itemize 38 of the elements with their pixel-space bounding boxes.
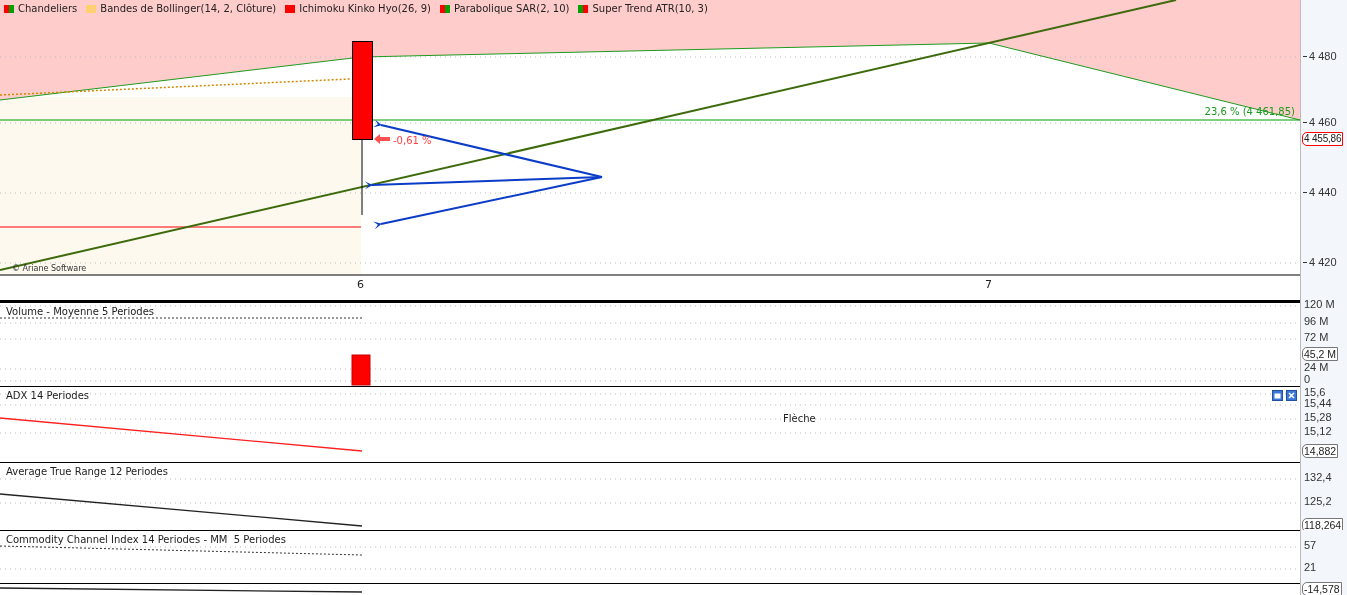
axis-label: 15,28 [1304,411,1332,424]
volume-bar [351,354,371,386]
axis-label: 125,2 [1304,495,1332,508]
axis-label: 96 M [1304,315,1329,328]
tooltip-text: Flèche [783,413,816,424]
axis-label: 15,6 [1304,386,1326,399]
legend-label: Ichimoku Kinko Hyo(26, 9) [299,3,431,14]
date-label: 6 [357,278,364,291]
axis-label: 24 M [1304,361,1329,374]
axis-label: 120 M [1304,298,1335,311]
pane-title: ADX 14 Periodes [6,390,90,401]
legend-label: Chandeliers [18,3,78,14]
axis-label: 132,4 [1304,471,1332,484]
minimize-icon[interactable] [1272,390,1283,401]
value-tag: 14,882 [1302,444,1339,458]
pane-title: Average True Range 12 Periodes [6,466,168,477]
axis-label: 15,12 [1304,425,1332,438]
legend-label: Parabolique SAR(2, 10) [453,3,570,14]
axis-label: 21 [1304,561,1317,574]
axis-label: 4 420 [1303,256,1337,269]
pane-title: Volume - Moyenne 5 Periodes [6,306,155,317]
axis-label: 57 [1304,539,1317,552]
value-tag: -14,578 [1302,582,1342,595]
axis-label: 0 [1304,373,1311,386]
axis-label: 4 440 [1303,186,1337,199]
pane-title: Commodity Channel Index 14 Periodes - MM 5 Periodes [6,534,286,545]
axis-label: 4 460 [1303,116,1337,129]
axis-label: 4 480 [1303,50,1337,63]
date-label: 7 [985,278,992,291]
change-label: -0,61 % [393,135,432,146]
axis-label: 15,44 [1304,397,1332,410]
value-tag: 45,2 M [1302,347,1339,361]
close-icon[interactable] [1286,390,1297,401]
price-tag: 4 455,86 [1302,132,1344,146]
legend-label: Bandes de Bollinger(14, 2, Clôture) [100,3,277,14]
legend-label: Super Trend ATR(10, 3) [592,3,708,14]
left-arrow-icon [374,134,390,144]
axis-label: 72 M [1304,331,1329,344]
